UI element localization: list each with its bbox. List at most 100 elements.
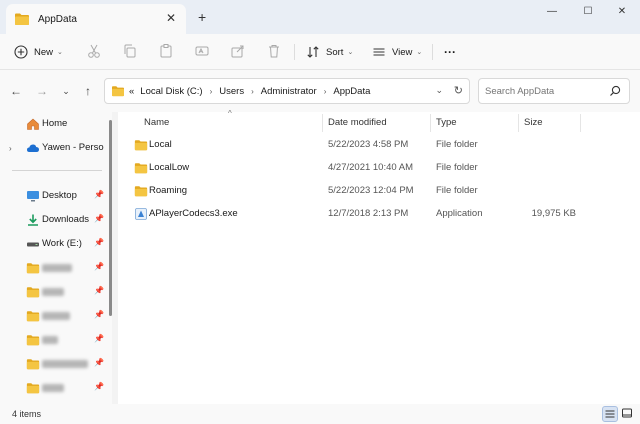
column-divider[interactable] (430, 114, 431, 132)
view-label: View (392, 46, 413, 58)
more-options-button[interactable]: ··· (444, 42, 456, 62)
drive-icon (27, 242, 39, 247)
back-arrow-icon[interactable]: ← (8, 83, 24, 99)
new-button[interactable]: New ⌄ (14, 42, 63, 62)
column-header-size[interactable]: Size (524, 112, 542, 134)
file-size: 19,975 KB (531, 208, 576, 219)
column-header-date[interactable]: Date modified (328, 112, 387, 134)
view-button[interactable]: View ⌄ (372, 42, 422, 62)
details-view-icon (605, 410, 615, 418)
share-icon[interactable] (230, 43, 246, 59)
pin-icon: 📌 (94, 310, 104, 319)
sidebar-item-work-drive[interactable]: Work (E:) 📌 (0, 234, 106, 254)
pin-icon: 📌 (94, 382, 104, 391)
file-type: File folder (436, 162, 478, 173)
file-type: File folder (436, 139, 478, 150)
chevron-down-icon: ⌄ (416, 49, 423, 56)
sidebar-item-folder[interactable]: 📌 (0, 354, 106, 374)
item-count: 4 items (12, 409, 42, 419)
file-row[interactable]: LocalLow 4/27/2021 10:40 AM File folder (118, 157, 640, 179)
file-date: 5/22/2023 4:58 PM (328, 139, 409, 150)
file-name: LocalLow (149, 162, 190, 173)
sort-button[interactable]: Sort ⌄ (306, 42, 353, 62)
pin-icon: 📌 (94, 334, 104, 343)
file-date: 5/22/2023 12:04 PM (328, 185, 414, 196)
breadcrumb-administrator[interactable]: Administrator (261, 86, 317, 97)
sidebar-scrollbar[interactable] (109, 120, 112, 316)
maximize-button[interactable]: ☐ (574, 4, 602, 20)
sidebar-item-folder[interactable]: 📌 (0, 378, 106, 398)
tab-appdata[interactable]: AppData ✕ (6, 4, 186, 34)
breadcrumb-users[interactable]: Users (219, 86, 244, 97)
sidebar-item-folder[interactable]: 📌 (0, 258, 106, 278)
sort-icon (307, 46, 319, 58)
hidden-crumbs-chevron[interactable]: « (129, 86, 134, 97)
folder-icon (26, 383, 40, 394)
sort-label: Sort (326, 46, 344, 58)
navigation-pane: Home › Yawen - Persona Desktop 📌 Downloa… (0, 112, 112, 404)
refresh-icon[interactable]: ↻ (454, 84, 463, 97)
sidebar-item-folder[interactable]: 📌 (0, 306, 106, 326)
forward-arrow-icon[interactable]: → (34, 83, 50, 99)
breadcrumb-appdata[interactable]: AppData (333, 86, 370, 97)
file-name: APlayerCodecs3.exe (149, 208, 238, 219)
column-header-type[interactable]: Type (436, 112, 457, 134)
command-bar: New ⌄ Sort ⌄ View ⌄ ··· (0, 34, 640, 70)
file-row[interactable]: Local 5/22/2023 4:58 PM File folder (118, 134, 640, 156)
sidebar-item-desktop[interactable]: Desktop 📌 (0, 186, 106, 206)
pin-icon: 📌 (94, 190, 104, 199)
up-arrow-icon[interactable]: ↑ (80, 83, 96, 99)
minimize-button[interactable]: — (538, 4, 566, 20)
pin-icon: 📌 (94, 358, 104, 367)
status-bar: 4 items (0, 404, 640, 424)
redacted-label (42, 312, 70, 320)
file-list: Name ^ Date modified Type Size Local 5/2… (118, 109, 640, 404)
tiles-view-button[interactable] (620, 406, 636, 422)
breadcrumb-local-disk[interactable]: Local Disk (C:) (140, 86, 202, 97)
sidebar-item-onedrive[interactable]: › Yawen - Persona (0, 138, 106, 158)
home-icon (27, 118, 39, 130)
delete-icon[interactable] (266, 43, 282, 59)
sidebar-divider (12, 170, 102, 171)
cloud-icon (27, 144, 39, 152)
sidebar-item-home[interactable]: Home (0, 114, 106, 134)
close-tab-icon[interactable]: ✕ (164, 11, 178, 25)
search-icon[interactable] (609, 85, 621, 97)
column-divider[interactable] (580, 114, 581, 132)
rename-icon[interactable] (194, 43, 210, 59)
sort-ascending-icon: ^ (228, 109, 232, 118)
details-view-button[interactable] (602, 406, 618, 422)
chevron-right-icon[interactable]: › (9, 144, 12, 153)
search-input[interactable] (485, 85, 605, 97)
column-header-name[interactable]: Name (144, 112, 169, 134)
plus-circle-icon (14, 45, 28, 59)
new-tab-button[interactable]: + (198, 10, 206, 24)
address-bar[interactable]: « Local Disk (C:) › Users › Administrato… (104, 78, 470, 104)
cut-icon[interactable] (86, 43, 102, 59)
sidebar-item-folder[interactable]: 📌 (0, 282, 106, 302)
toolbar-divider (432, 44, 433, 60)
redacted-label (42, 288, 64, 296)
sidebar-item-folder[interactable]: 📌 (0, 330, 106, 350)
paste-icon[interactable] (158, 43, 174, 59)
download-icon (28, 214, 38, 226)
list-view-icon (373, 48, 385, 56)
column-divider[interactable] (518, 114, 519, 132)
file-date: 12/7/2018 2:13 PM (328, 208, 409, 219)
file-row[interactable]: Roaming 5/22/2023 12:04 PM File folder (118, 180, 640, 202)
pin-icon: 📌 (94, 214, 104, 223)
file-row[interactable]: APlayerCodecs3.exe 12/7/2018 2:13 PM App… (118, 203, 640, 225)
close-window-button[interactable]: ✕ (608, 4, 636, 20)
chevron-down-icon: ⌄ (347, 49, 354, 56)
sidebar-item-downloads[interactable]: Downloads 📌 (0, 210, 106, 230)
folder-icon (15, 13, 29, 25)
copy-icon[interactable] (122, 43, 138, 59)
title-bar: AppData ✕ + — ☐ ✕ (0, 0, 640, 34)
chevron-right-icon: › (209, 86, 213, 96)
folder-icon (134, 186, 148, 197)
redacted-label (42, 384, 64, 392)
search-box[interactable] (478, 78, 630, 104)
column-divider[interactable] (322, 114, 323, 132)
recent-locations-chevron-icon[interactable]: ⌄ (58, 83, 74, 99)
address-history-chevron-icon[interactable]: ⌄ (435, 85, 443, 96)
